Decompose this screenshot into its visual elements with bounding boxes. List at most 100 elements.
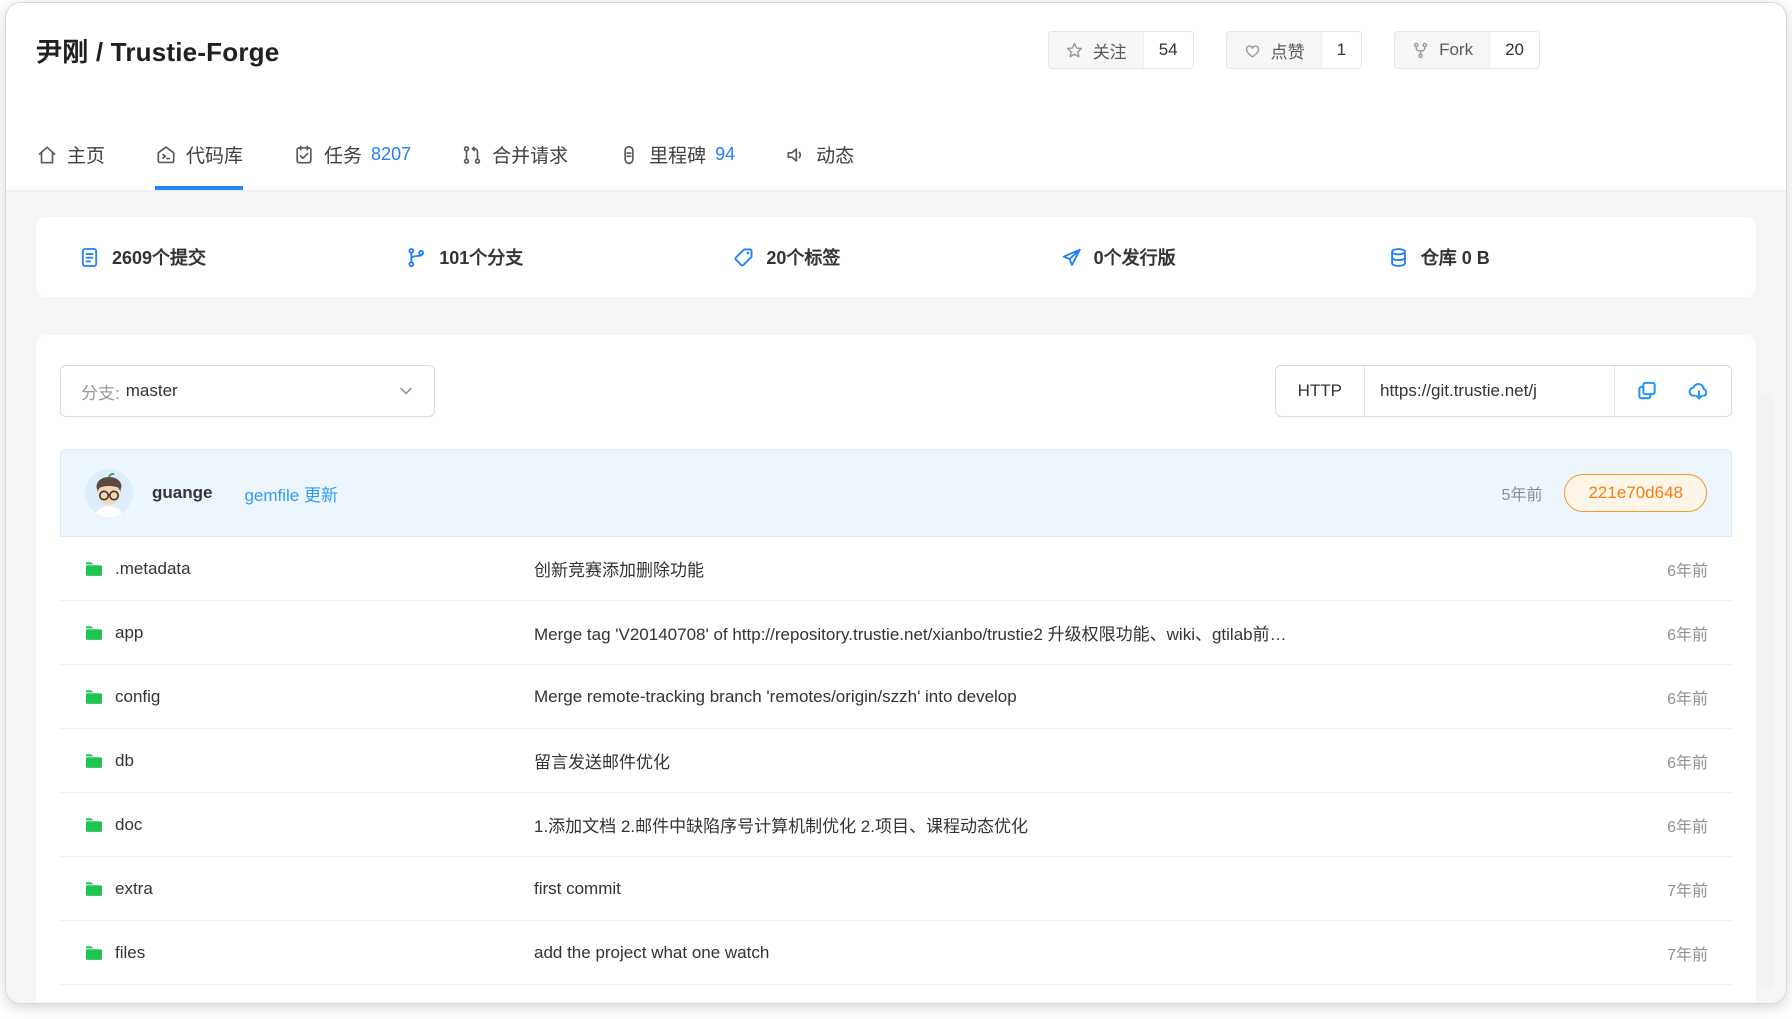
- tab-repository-label: 代码库: [186, 141, 243, 168]
- file-commit-message[interactable]: Merge remote-tracking branch 'remotes/or…: [534, 687, 1647, 707]
- tab-issues-label: 任务: [324, 141, 362, 168]
- stat-releases[interactable]: 0个发行版: [1060, 244, 1387, 270]
- branch-current-value: master: [126, 381, 178, 401]
- avatar[interactable]: [85, 469, 133, 517]
- repo-header: 尹刚 / Trustie-Forge 关注 54 点赞 1: [6, 3, 1786, 191]
- clone-url-group: HTTP https://git.trustie.net/j: [1275, 365, 1732, 417]
- stat-repo-size-label: 仓库 0 B: [1421, 244, 1490, 270]
- file-commit-message[interactable]: Merge tag 'V20140708' of http://reposito…: [534, 620, 1647, 645]
- tab-activity[interactable]: 动态: [785, 141, 854, 190]
- file-row-files[interactable]: files add the project what one watch 7年前: [60, 921, 1732, 985]
- commits-icon: [78, 246, 101, 269]
- latest-commit-row: guange gemfile 更新 5年前 221e70d648: [60, 449, 1732, 537]
- folder-icon: [84, 559, 104, 579]
- tab-home[interactable]: 主页: [36, 141, 105, 190]
- tab-home-label: 主页: [67, 141, 105, 168]
- tab-milestones-count: 94: [715, 144, 735, 165]
- activity-icon: [785, 144, 807, 166]
- title-row: 尹刚 / Trustie-Forge 关注 54 点赞 1: [36, 29, 1756, 71]
- star-icon: [1065, 41, 1084, 60]
- heart-icon: [1243, 41, 1262, 60]
- commit-hash-badge[interactable]: 221e70d648: [1564, 474, 1707, 512]
- page-scrollbar[interactable]: [1759, 393, 1774, 989]
- file-commit-time: 7年前: [1667, 941, 1708, 965]
- praise-label: 点赞: [1271, 38, 1305, 63]
- file-commit-time: 6年前: [1667, 749, 1708, 773]
- tag-icon: [732, 246, 755, 269]
- folder-icon: [84, 943, 104, 963]
- stat-branches-label: 101个分支: [439, 244, 523, 270]
- file-commit-message[interactable]: 创新竞赛添加删除功能: [534, 556, 1647, 581]
- chevron-down-icon: [398, 383, 414, 399]
- task-icon: [293, 144, 315, 166]
- commit-message-link[interactable]: gemfile 更新: [244, 481, 338, 506]
- file-commit-time: 7年前: [1667, 877, 1708, 901]
- branch-icon: [405, 246, 428, 269]
- stat-releases-label: 0个发行版: [1094, 244, 1176, 270]
- tab-merge-requests[interactable]: 合并请求: [461, 141, 568, 190]
- folder-icon: [84, 879, 104, 899]
- clone-actions: [1615, 366, 1731, 416]
- merge-request-icon: [461, 144, 483, 166]
- file-row-metadata[interactable]: .metadata 创新竞赛添加删除功能 6年前: [60, 537, 1732, 601]
- fork-count: 20: [1489, 32, 1539, 68]
- file-commit-time: 6年前: [1667, 621, 1708, 645]
- file-row-doc[interactable]: doc 1.添加文档 2.邮件中缺陷序号计算机制优化 2.项目、课程动态优化 6…: [60, 793, 1732, 857]
- tab-milestones[interactable]: 里程碑 94: [618, 141, 735, 190]
- folder-icon: [84, 687, 104, 707]
- fork-button[interactable]: Fork 20: [1394, 31, 1540, 69]
- stat-commits[interactable]: 2609个提交: [78, 244, 405, 270]
- tab-issues[interactable]: 任务 8207: [293, 141, 411, 190]
- folder-icon: [84, 623, 104, 643]
- stat-branches[interactable]: 101个分支: [405, 244, 732, 270]
- file-row-partial[interactable]: [60, 985, 1732, 1004]
- page-body: 2609个提交 101个分支 20个标签 0个发行版 仓库 0 B: [6, 191, 1786, 1004]
- cloud-download-icon[interactable]: [1687, 379, 1711, 403]
- release-icon: [1060, 246, 1083, 269]
- tab-milestones-label: 里程碑: [649, 141, 706, 168]
- file-name[interactable]: doc: [115, 815, 142, 835]
- file-row-extra[interactable]: extra first commit 7年前: [60, 857, 1732, 921]
- repo-action-buttons: 关注 54 点赞 1 Fork 20: [1048, 31, 1540, 69]
- file-name[interactable]: app: [115, 623, 143, 643]
- page-title: 尹刚 / Trustie-Forge: [36, 32, 279, 69]
- file-commit-message[interactable]: 留言发送邮件优化: [534, 748, 1647, 773]
- file-commit-message[interactable]: first commit: [534, 879, 1647, 899]
- file-name[interactable]: files: [115, 943, 145, 963]
- file-name[interactable]: config: [115, 687, 160, 707]
- file-row-db[interactable]: db 留言发送邮件优化 6年前: [60, 729, 1732, 793]
- branch-selector[interactable]: 分支: master: [60, 365, 435, 417]
- commit-time: 5年前: [1502, 481, 1543, 505]
- file-commit-time: 6年前: [1667, 813, 1708, 837]
- fork-icon: [1411, 41, 1430, 60]
- folder-icon: [84, 751, 104, 771]
- file-name[interactable]: extra: [115, 879, 153, 899]
- file-name[interactable]: db: [115, 751, 134, 771]
- tab-activity-label: 动态: [816, 141, 854, 168]
- file-row-config[interactable]: config Merge remote-tracking branch 'rem…: [60, 665, 1732, 729]
- file-commit-message[interactable]: add the project what one watch: [534, 943, 1647, 963]
- stat-tags[interactable]: 20个标签: [732, 244, 1059, 270]
- praise-button[interactable]: 点赞 1: [1226, 31, 1362, 69]
- file-name[interactable]: .metadata: [115, 559, 191, 579]
- clone-url-input[interactable]: https://git.trustie.net/j: [1365, 366, 1615, 416]
- tab-repository[interactable]: 代码库: [155, 141, 243, 190]
- repo-stats-bar: 2609个提交 101个分支 20个标签 0个发行版 仓库 0 B: [36, 217, 1756, 297]
- milestone-icon: [618, 144, 640, 166]
- file-row-app[interactable]: app Merge tag 'V20140708' of http://repo…: [60, 601, 1732, 665]
- avatar-image: [85, 469, 133, 517]
- repository-card: 分支: master HTTP https://git.trustie.net/…: [36, 335, 1756, 1004]
- file-commit-message[interactable]: 1.添加文档 2.邮件中缺陷序号计算机制优化 2.项目、课程动态优化: [534, 812, 1647, 837]
- app-window: 尹刚 / Trustie-Forge 关注 54 点赞 1: [5, 2, 1787, 1004]
- protocol-select[interactable]: HTTP: [1276, 366, 1365, 416]
- file-commit-time: 6年前: [1667, 685, 1708, 709]
- watch-label: 关注: [1093, 38, 1127, 63]
- copy-icon[interactable]: [1635, 379, 1659, 403]
- stat-commits-label: 2609个提交: [112, 244, 206, 270]
- stat-tags-label: 20个标签: [766, 244, 840, 270]
- tab-merge-requests-label: 合并请求: [492, 141, 568, 168]
- fork-label: Fork: [1439, 40, 1473, 60]
- stat-repo-size[interactable]: 仓库 0 B: [1387, 244, 1714, 270]
- watch-button[interactable]: 关注 54: [1048, 31, 1194, 69]
- commit-author[interactable]: guange: [152, 483, 212, 503]
